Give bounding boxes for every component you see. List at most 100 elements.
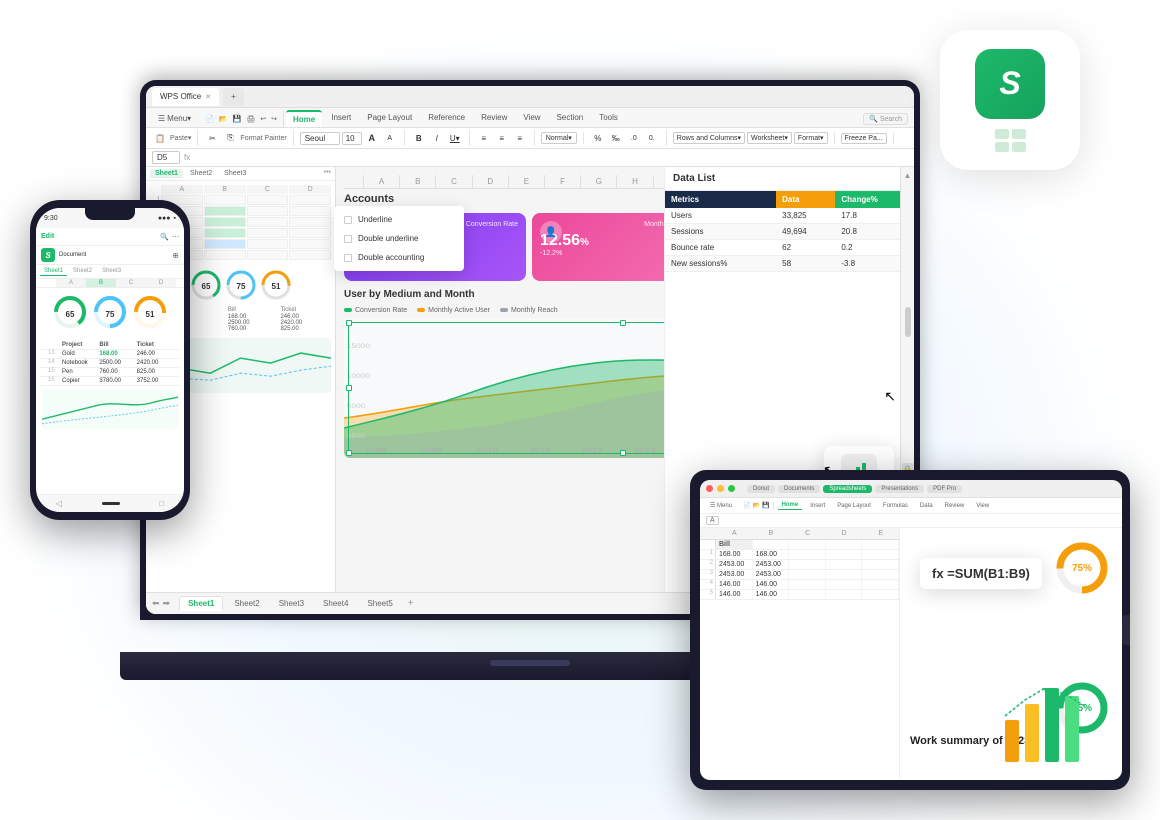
format-painter-btn[interactable]: Format Painter	[240, 135, 286, 142]
ribbon-tab-pagelayout[interactable]: Page Layout	[360, 110, 419, 127]
cell-reference[interactable]: D5	[152, 151, 180, 164]
tablet-new-icon[interactable]: 📄	[743, 502, 750, 509]
tablet-grid: A B C D E Bill	[700, 528, 900, 778]
tablet-save-icon[interactable]: 💾	[762, 502, 769, 509]
dec-increase-btn[interactable]: .0	[626, 130, 642, 146]
phone-more-icon[interactable]: ⋯	[172, 233, 179, 241]
phone-nav-home[interactable]	[102, 502, 120, 505]
font-grow-btn[interactable]: A	[364, 130, 380, 146]
left-sheet3[interactable]: Sheet3	[219, 169, 251, 178]
scroll-up-icon[interactable]: ▲	[904, 171, 912, 180]
italic-btn[interactable]: I	[429, 130, 445, 146]
data-table-head: Metrics Data Change%	[665, 191, 914, 208]
tablet-menu-data[interactable]: Data	[916, 502, 937, 510]
tablet-menu-icon[interactable]: ☰ Menu	[706, 501, 736, 510]
bold-btn[interactable]: B	[411, 130, 427, 146]
phone-tab-1[interactable]: Sheet1	[40, 267, 67, 276]
tablet-menu-view[interactable]: View	[972, 502, 993, 510]
users-icon: 👤	[545, 227, 557, 238]
dropdown-underline[interactable]: Underline	[334, 210, 464, 229]
browser-tab-new[interactable]: +	[223, 88, 244, 106]
phone-project-4: Copier	[60, 377, 97, 385]
dropdown-double-accounting[interactable]: Double accounting	[334, 248, 464, 267]
phone-edit-btn[interactable]: Edit	[41, 233, 54, 240]
sheet-tab-4[interactable]: Sheet4	[315, 597, 356, 610]
undo-icon[interactable]: ↩	[258, 114, 268, 124]
ribbon-tab-section[interactable]: Section	[550, 110, 591, 127]
add-sheet-btn[interactable]: +	[408, 598, 414, 609]
more-sheets-btn[interactable]: •••	[324, 169, 331, 178]
comma-btn[interactable]: ‰	[608, 130, 624, 146]
scroll-thumb[interactable]	[905, 307, 911, 337]
open-icon[interactable]: 📂	[217, 114, 230, 124]
tab-close-icon[interactable]: ✕	[205, 93, 211, 101]
new-icon[interactable]: 📄	[203, 114, 216, 124]
tablet-open-icon[interactable]: 📂	[753, 502, 760, 509]
tablet-menu-review[interactable]: Review	[941, 502, 969, 510]
tablet-tab-donut[interactable]: Donut	[747, 485, 775, 493]
formula-popup: fx =SUM(B1:B9)	[920, 558, 1042, 589]
cut-btn[interactable]: ✂	[204, 130, 220, 146]
align-right-btn[interactable]: ≡	[512, 130, 528, 146]
search-box[interactable]: 🔍 Search	[863, 113, 908, 125]
ribbon-tab-insert[interactable]: Insert	[324, 110, 358, 127]
ribbon-tab-reference[interactable]: Reference	[421, 110, 472, 127]
font-size-field[interactable]: 10	[342, 132, 362, 145]
dec-decrease-btn[interactable]: 0.	[644, 130, 660, 146]
align-left-btn[interactable]: ≡	[476, 130, 492, 146]
browser-tab-active[interactable]: WPS Office ✕	[152, 88, 219, 106]
menu-button[interactable]: ☰ Menu▾	[152, 110, 197, 127]
phone-nav-recents[interactable]: □	[159, 499, 164, 508]
paste-btn[interactable]: 📋	[152, 130, 168, 146]
next-tab-btn[interactable]: ➡	[163, 598, 171, 609]
ribbon-tab-home[interactable]: Home	[286, 110, 322, 127]
phone-search-icon[interactable]: 🔍	[160, 233, 169, 241]
underline-btn[interactable]: U▾	[447, 130, 463, 146]
font-shrink-btn[interactable]: A	[382, 130, 398, 146]
tablet-menu-home[interactable]: Home	[778, 501, 803, 510]
format-btn[interactable]: Format▾	[794, 132, 828, 144]
tablet-tab-pdf[interactable]: PDF Pro	[927, 485, 962, 493]
redo-icon[interactable]: ↪	[269, 114, 279, 124]
ribbon-tab-tools[interactable]: Tools	[592, 110, 625, 127]
tablet-menu-pagelayout[interactable]: Page Layout	[833, 502, 875, 510]
phone-col-a: A	[56, 279, 86, 287]
ribbon-tab-view[interactable]: View	[516, 110, 547, 127]
rows-columns-btn[interactable]: Rows and Columns▾	[673, 132, 745, 144]
prev-tab-btn[interactable]: ⬅	[152, 598, 160, 609]
tablet-tab-presentations[interactable]: Presentations	[875, 485, 924, 493]
tablet-cell-e1	[862, 550, 899, 559]
dropdown-double-underline[interactable]: Double underline	[334, 229, 464, 248]
sheet-tab-5[interactable]: Sheet5	[359, 597, 400, 610]
freeze-panes-btn[interactable]: Freeze Pa...	[841, 133, 887, 144]
font-name-field[interactable]: Seoul	[300, 132, 340, 145]
phone-nav-back[interactable]: ◁	[56, 499, 62, 508]
phone-bill-2: 2500.00	[97, 359, 134, 367]
save-icon[interactable]: 💾	[231, 114, 244, 124]
left-sheet2[interactable]: Sheet2	[185, 169, 217, 178]
tablet-tab-spreadsheets[interactable]: Spreadsheets	[823, 485, 872, 493]
phone-col-headers: A B C D	[36, 279, 184, 288]
mini-col-a: A	[161, 185, 203, 194]
copy-btn[interactable]: ⎘	[222, 130, 238, 146]
tablet-home-btn[interactable]	[1122, 615, 1130, 645]
sheet-tab-1[interactable]: Sheet1	[179, 596, 223, 611]
align-center-btn[interactable]: ≡	[494, 130, 510, 146]
worksheet-btn[interactable]: Worksheet▾	[747, 132, 792, 144]
left-sheet1[interactable]: Sheet1	[150, 169, 183, 178]
ribbon-tab-review[interactable]: Review	[474, 110, 514, 127]
phone-action-icon[interactable]: ⊕	[172, 251, 179, 260]
tablet-tab-docs[interactable]: Documents	[778, 485, 820, 493]
phone-tab-2[interactable]: Sheet2	[69, 267, 96, 276]
tablet-menu-insert[interactable]: Insert	[806, 502, 829, 510]
ribbon-tools-row: 📋 Paste▾ ✂ ⎘ Format Painter Seoul 10	[146, 128, 914, 148]
formula-input[interactable]	[194, 156, 908, 160]
phone-tab-3[interactable]: Sheet3	[98, 267, 125, 276]
more-format-group: % ‰ .0 0.	[590, 130, 667, 146]
tablet-menu-formulas[interactable]: Formulas	[879, 502, 912, 510]
percent-btn[interactable]: %	[590, 130, 606, 146]
number-format-select[interactable]: Normal▾	[541, 132, 577, 144]
sheet-tab-2[interactable]: Sheet2	[226, 597, 267, 610]
sheet-tab-3[interactable]: Sheet3	[271, 597, 312, 610]
print-icon[interactable]: 🖨	[244, 114, 257, 124]
